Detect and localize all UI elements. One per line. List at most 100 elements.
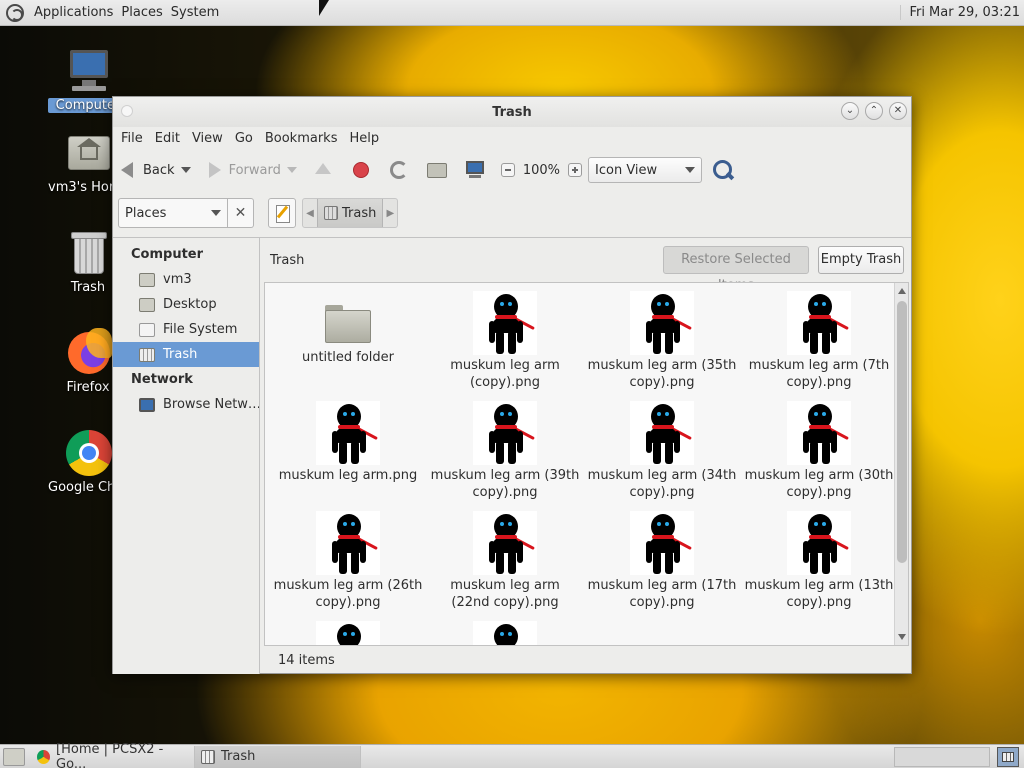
reload-icon: [389, 160, 409, 180]
search-icon[interactable]: [712, 159, 734, 181]
sidebar-item-label: vm3: [163, 272, 192, 287]
home-folder-icon: [426, 160, 447, 180]
panel-menu-applications[interactable]: Applications: [30, 5, 117, 20]
crumb-right-icon[interactable]: ▶: [383, 208, 397, 219]
side-pane-value: Places: [125, 205, 167, 221]
crumb-trash[interactable]: Trash: [317, 199, 384, 227]
menu-help[interactable]: Help: [343, 131, 385, 146]
show-desktop-button[interactable]: [3, 747, 25, 766]
trash-icon: [1002, 752, 1014, 762]
desktop-folder-icon: [139, 297, 155, 312]
sidebar-item-label: Trash: [163, 347, 198, 362]
maximize-button[interactable]: ⌃: [865, 102, 883, 120]
crumb-left-icon[interactable]: ◀: [303, 208, 317, 219]
file-item[interactable]: muskum leg arm (22nd copy).png: [430, 511, 580, 611]
back-button[interactable]: Back: [119, 160, 191, 180]
edit-location-button[interactable]: [268, 198, 296, 228]
vertical-scrollbar[interactable]: [894, 283, 908, 645]
scrollbar-thumb[interactable]: [897, 301, 907, 563]
file-item[interactable]: muskum leg arm (13th copy).png: [744, 511, 894, 611]
menu-view[interactable]: View: [186, 131, 229, 146]
zoom-out-button[interactable]: [500, 163, 515, 177]
file-item[interactable]: muskum leg arm (26th copy).png: [273, 511, 423, 611]
network-icon: [139, 397, 155, 412]
content-pane: Trash Restore Selected Items Empty Trash…: [261, 238, 911, 674]
scroll-down-icon[interactable]: [898, 634, 906, 640]
sidebar-item-browse-network[interactable]: Browse Netw…: [113, 392, 259, 417]
file-item[interactable]: muskum leg arm (30th copy).png: [744, 401, 894, 501]
back-arrow-icon: [119, 160, 139, 180]
sidebar-item-file-system[interactable]: File System: [113, 317, 259, 342]
taskbar-item-label: [Home | PCSX2 - Go...: [56, 741, 164, 768]
zoom-level: 100%: [522, 162, 561, 178]
file-item[interactable]: muskum leg arm (7th copy).png: [744, 291, 894, 391]
close-button[interactable]: ✕: [889, 102, 907, 120]
file-item[interactable]: muskum leg arm (17th copy).png: [587, 511, 737, 611]
computer-button[interactable]: [465, 160, 489, 180]
file-item[interactable]: muskum leg arm (copy).png: [430, 291, 580, 391]
home-button[interactable]: [426, 160, 451, 180]
panel-clock[interactable]: Fri Mar 29, 03:21: [900, 5, 1020, 20]
chrome-icon: [64, 428, 112, 476]
filesystem-icon: [139, 322, 155, 337]
chevron-down-icon: [685, 167, 696, 173]
window-title: Trash: [492, 104, 532, 120]
file-item[interactable]: muskum leg arm (39th copy).png: [430, 401, 580, 501]
menubar: File Edit View Go Bookmarks Help: [113, 127, 911, 149]
file-item[interactable]: muskum leg arm (34th copy).png: [587, 401, 737, 501]
forward-history-chevron-icon[interactable]: [286, 167, 297, 173]
back-history-chevron-icon[interactable]: [180, 167, 191, 173]
menu-file[interactable]: File: [115, 131, 149, 146]
file-item[interactable]: muskum leg arm (35th copy).png: [587, 291, 737, 391]
sidebar-item-label: Desktop: [163, 297, 217, 312]
up-button[interactable]: [313, 160, 337, 180]
restore-selected-button[interactable]: Restore Selected Items: [663, 246, 809, 293]
close-side-pane-button[interactable]: ✕: [228, 198, 254, 228]
image-thumbnail: [473, 511, 537, 575]
image-thumbnail: [316, 621, 380, 645]
sidebar-item-desktop[interactable]: Desktop: [113, 292, 259, 317]
taskbar-item-trash[interactable]: Trash: [195, 745, 361, 768]
toolbar: Back Forward 100% Icon View: [113, 149, 911, 191]
image-thumbnail: [787, 401, 851, 465]
empty-trash-button[interactable]: Empty Trash: [818, 246, 904, 274]
workspace-switcher[interactable]: [894, 747, 990, 767]
sidebar-item-vm3[interactable]: vm3: [113, 267, 259, 292]
minimize-button[interactable]: ⌄: [841, 102, 859, 120]
file-name: muskum leg arm (17th copy).png: [587, 578, 737, 610]
panel-menu-system[interactable]: System: [167, 5, 223, 20]
taskbar-item-chrome[interactable]: [Home | PCSX2 - Go...: [31, 742, 195, 768]
zoom-in-button[interactable]: [568, 163, 583, 177]
panel-menu-places[interactable]: Places: [117, 5, 166, 20]
menu-go[interactable]: Go: [229, 131, 259, 146]
view-mode-select[interactable]: Icon View: [588, 157, 703, 183]
sidebar-item-trash[interactable]: Trash: [113, 342, 259, 367]
workspace-current[interactable]: [997, 747, 1019, 767]
file-item[interactable]: untitled folder: [273, 291, 423, 366]
file-item[interactable]: [273, 621, 423, 645]
trash-icon: [324, 206, 338, 220]
menu-bookmarks[interactable]: Bookmarks: [259, 131, 344, 146]
scroll-up-icon[interactable]: [898, 288, 906, 294]
sidebar: Computer vm3 Desktop File System Trash N…: [113, 238, 260, 674]
image-thumbnail: [473, 621, 537, 645]
computer-icon: [64, 46, 112, 94]
window-menu-icon[interactable]: [121, 105, 133, 117]
file-name: muskum leg arm.png: [278, 468, 418, 483]
file-name: untitled folder: [301, 350, 394, 365]
distro-logo-icon[interactable]: [6, 3, 24, 22]
chevron-down-icon: [211, 210, 221, 216]
menu-edit[interactable]: Edit: [149, 131, 186, 146]
file-item[interactable]: [430, 621, 580, 645]
stop-button[interactable]: [351, 160, 375, 180]
info-bar-label: Trash: [270, 252, 305, 268]
side-pane-select[interactable]: Places: [118, 198, 228, 228]
icon-view[interactable]: untitled folder muskum leg arm (copy).pn…: [264, 282, 909, 646]
breadcrumb: ◀ Trash ▶: [302, 198, 399, 228]
status-bar: 14 items: [278, 653, 335, 668]
reload-button[interactable]: [389, 160, 413, 180]
window-titlebar[interactable]: Trash ⌄ ⌃ ✕: [113, 97, 911, 127]
sidebar-item-label: Browse Netw…: [163, 397, 259, 412]
file-item[interactable]: muskum leg arm.png: [273, 401, 423, 484]
forward-button[interactable]: Forward: [205, 160, 297, 180]
